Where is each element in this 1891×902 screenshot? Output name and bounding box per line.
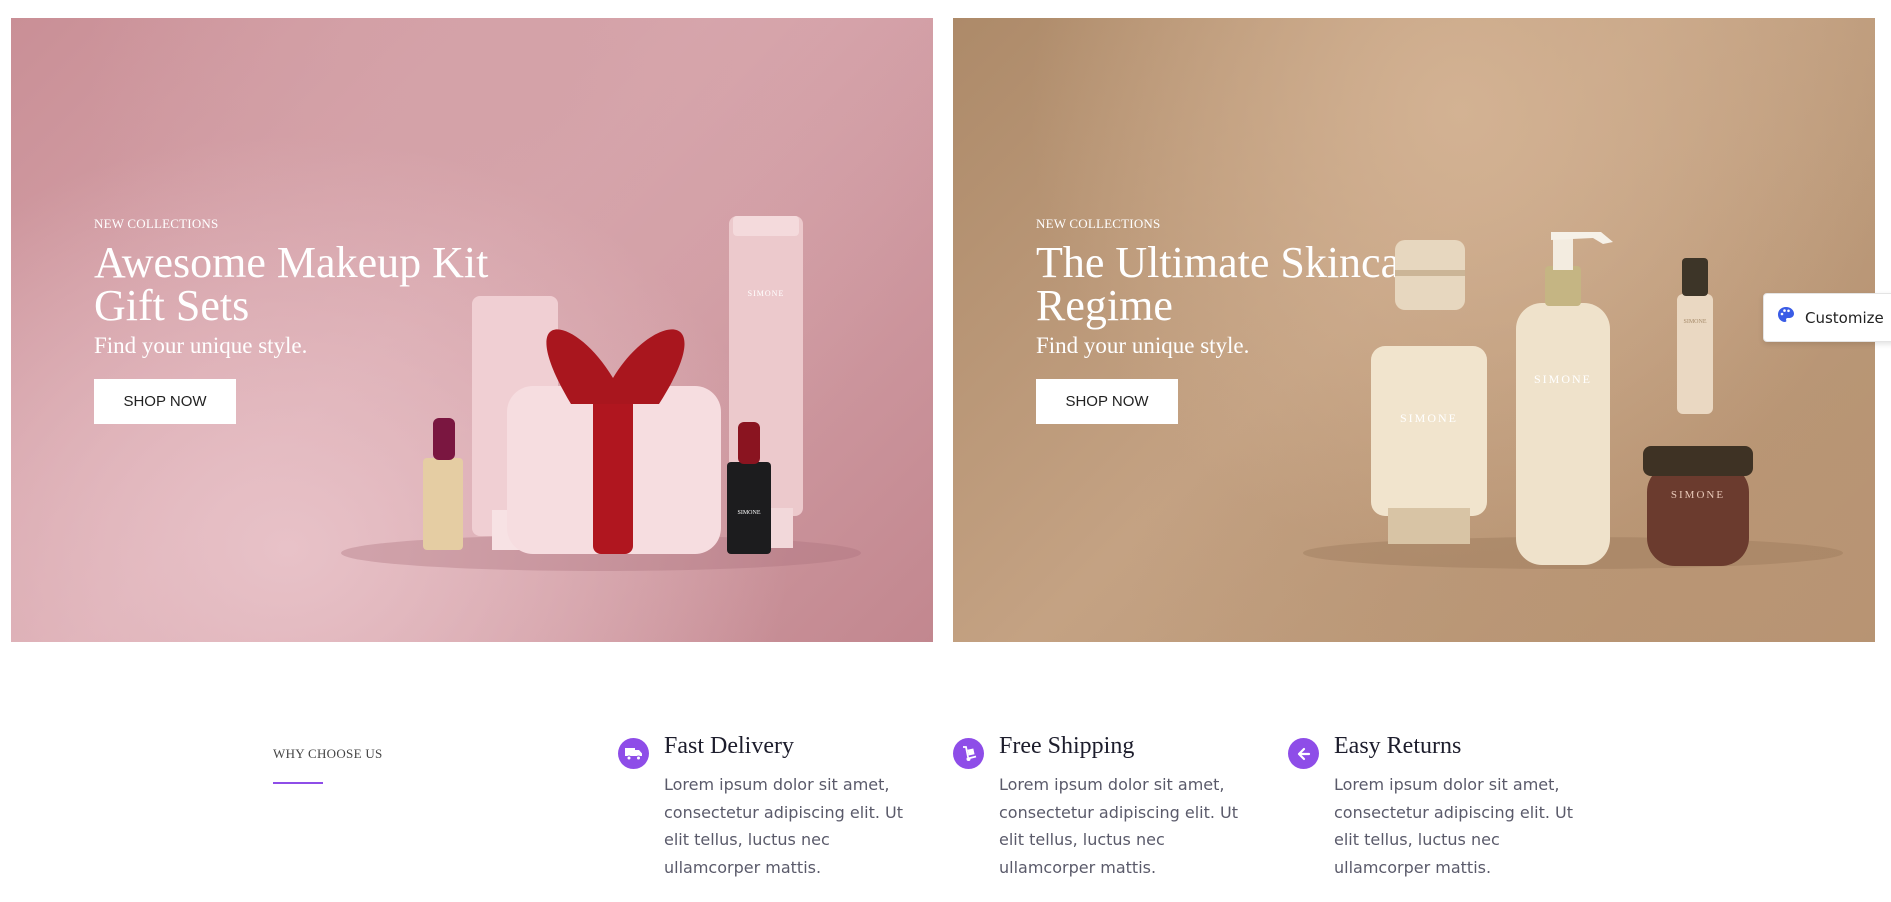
skincare-banner[interactable]: NEW COLLECTIONS The Ultimate Skincare Re…	[953, 18, 1875, 642]
skincare-products-image: SIMONE SIMONE SIMONE SIMONE	[1303, 232, 1843, 569]
truck-icon	[618, 738, 649, 769]
feature-title: Free Shipping	[999, 733, 1135, 759]
feature-title: Fast Delivery	[664, 733, 794, 759]
feature-description: Lorem ipsum dolor sit amet, consectetur …	[664, 775, 904, 877]
svg-text:SIMONE: SIMONE	[1534, 372, 1592, 386]
customize-label: Customize	[1805, 308, 1884, 327]
svg-text:SIMONE: SIMONE	[748, 289, 785, 298]
svg-text:SIMONE: SIMONE	[1671, 489, 1725, 501]
feature-title: Easy Returns	[1334, 733, 1462, 759]
feature-description: Lorem ipsum dolor sit amet, consectetur …	[1334, 775, 1574, 877]
customize-button[interactable]: Customize	[1763, 293, 1891, 342]
makeup-banner[interactable]: NEW COLLECTIONS Awesome Makeup Kit Gift …	[11, 18, 933, 642]
hand-truck-icon	[953, 738, 984, 769]
palette-icon	[1777, 306, 1795, 329]
svg-text:SIMONE: SIMONE	[1683, 319, 1706, 325]
section-divider	[273, 782, 323, 784]
section-label: WHY CHOOSE US	[273, 746, 383, 761]
svg-text:SIMONE: SIMONE	[737, 510, 760, 516]
feature-description: Lorem ipsum dolor sit amet, consectetur …	[999, 775, 1239, 877]
arrow-left-icon	[1288, 738, 1319, 769]
svg-text:SIMONE: SIMONE	[1400, 411, 1458, 425]
makeup-products-image: SIMONE SIMONE	[341, 216, 861, 571]
